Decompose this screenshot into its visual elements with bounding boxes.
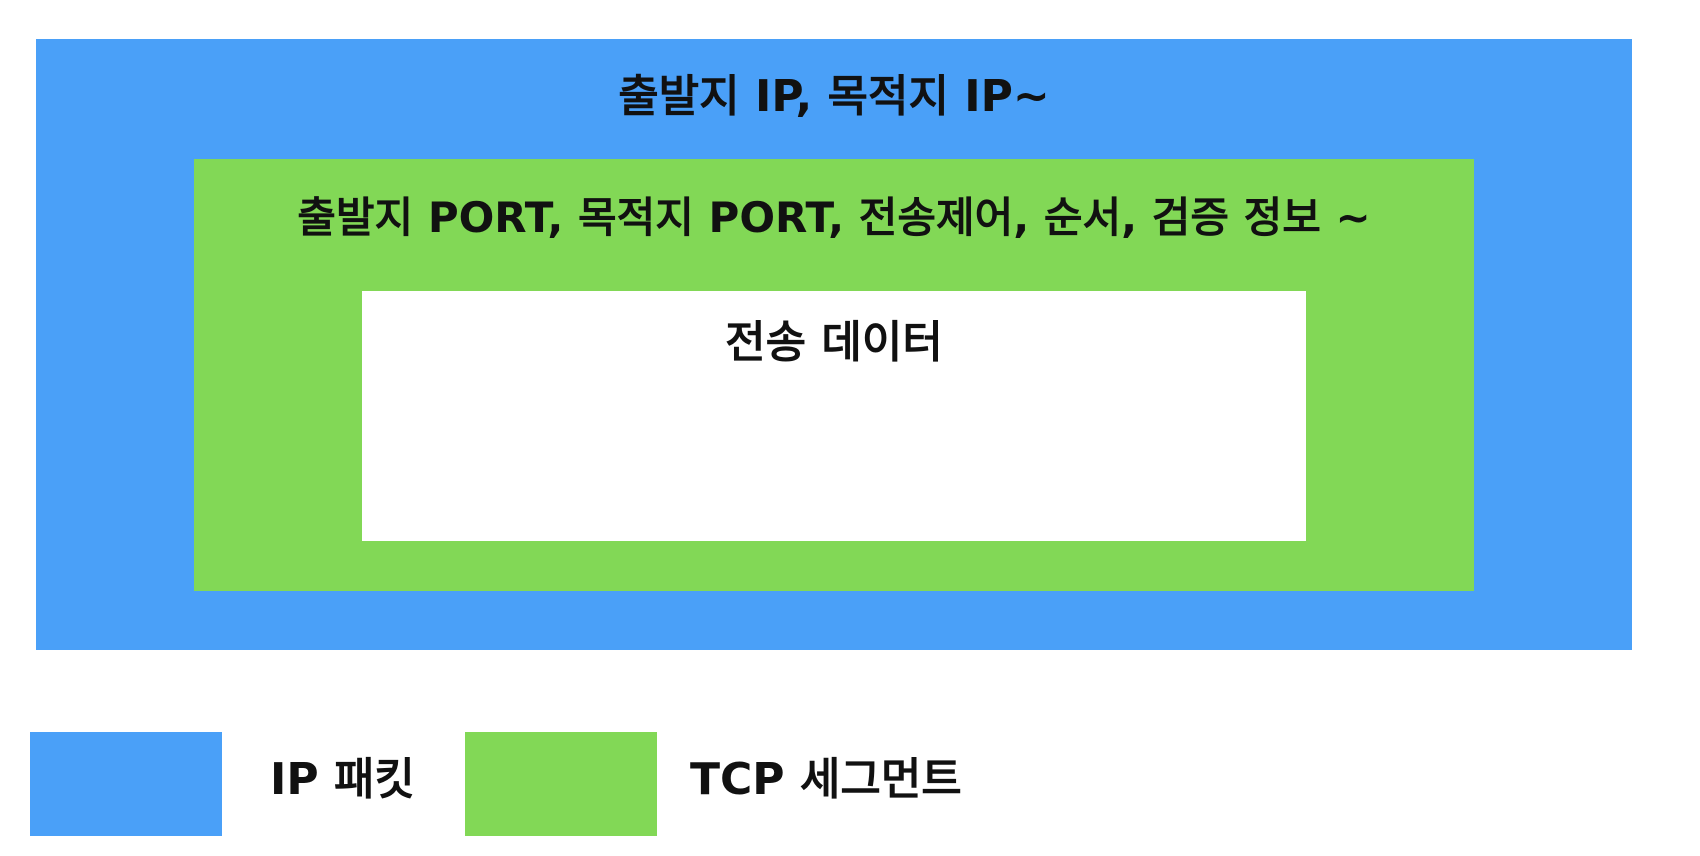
payload-label: 전송 데이터 — [725, 317, 943, 368]
ip-packet-header: 출발지 IP, 목적지 IP~ — [618, 71, 1050, 122]
ip-packet-box: 출발지 IP, 목적지 IP~ 출발지 PORT, 목적지 PORT, 전송제어… — [36, 39, 1632, 650]
legend-swatch-ip-packet — [30, 732, 222, 836]
legend-label-ip-packet: IP 패킷 — [270, 754, 415, 805]
payload-box: 전송 데이터 — [362, 291, 1306, 541]
tcp-segment-header: 출발지 PORT, 목적지 PORT, 전송제어, 순서, 검증 정보 ~ — [297, 193, 1371, 242]
tcp-segment-box: 출발지 PORT, 목적지 PORT, 전송제어, 순서, 검증 정보 ~ 전송… — [194, 159, 1474, 591]
legend-swatch-tcp-segment — [465, 732, 657, 836]
legend-label-tcp-segment: TCP 세그먼트 — [690, 754, 962, 805]
